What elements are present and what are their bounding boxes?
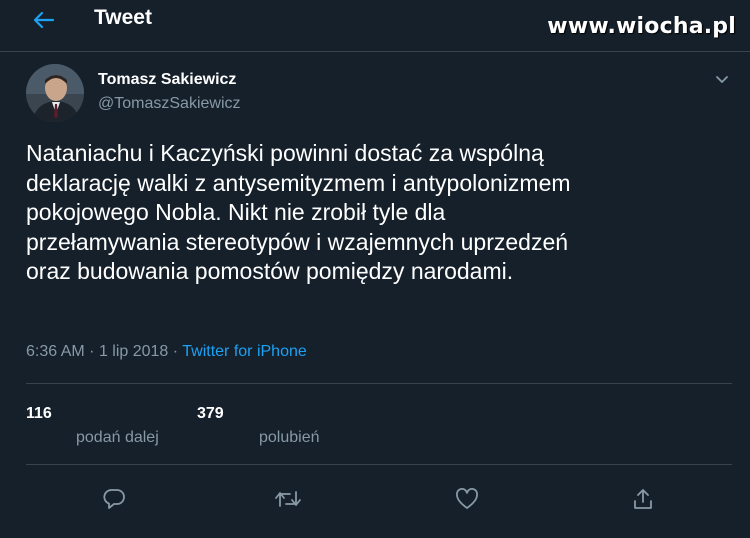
chevron-down-icon: [715, 75, 729, 85]
heart-icon: [455, 488, 479, 510]
share-button[interactable]: [628, 484, 658, 514]
back-button[interactable]: [28, 6, 60, 34]
author-name[interactable]: Tomasz Sakiewicz: [98, 71, 236, 89]
reply-icon: [102, 488, 126, 510]
retweets-label[interactable]: podań dalej: [76, 429, 159, 447]
retweet-button[interactable]: [273, 484, 303, 514]
top-bar: Tweet www.wiocha.pl: [0, 0, 750, 52]
tweet-text-line: pokojowego Nobla. Nikt nie zrobił tyle d…: [26, 199, 446, 225]
reply-button[interactable]: [99, 484, 129, 514]
meta-separator: ·: [89, 343, 95, 360]
likes-label[interactable]: polubień: [259, 429, 320, 447]
tweet-meta: 6:36 AM · 1 lip 2018 · Twitter for iPhon…: [26, 343, 307, 361]
tweet-time[interactable]: 6:36 AM: [26, 343, 85, 360]
avatar[interactable]: [26, 64, 84, 122]
share-icon: [632, 488, 654, 510]
retweets-count[interactable]: 116: [26, 405, 52, 423]
divider: [26, 464, 732, 465]
author-handle[interactable]: @TomaszSakiewicz: [98, 95, 241, 113]
meta-separator: ·: [172, 343, 179, 360]
arrow-left-icon: [33, 11, 55, 29]
more-options-button[interactable]: [710, 68, 734, 92]
tweet-text-line: Nataniachu i Kaczyński powinni dostać za…: [26, 140, 544, 166]
likes-count[interactable]: 379: [197, 405, 224, 423]
tweet-text-line: deklarację walki z antysemityzmem i anty…: [26, 169, 571, 196]
tweet-text-line: przełamywania stereotypów i wzajemnych u…: [26, 228, 569, 255]
retweet-icon: [274, 488, 302, 510]
tweet-source-link[interactable]: Twitter for iPhone: [182, 343, 307, 360]
watermark: www.wiocha.pl: [547, 14, 736, 39]
tweet-text: Nataniachu i Kaczyński powinni dostać za…: [26, 139, 726, 287]
divider: [26, 383, 732, 384]
like-button[interactable]: [452, 484, 482, 514]
tweet-text-line: oraz budowania pomostów pomiędzy narodam…: [26, 258, 514, 284]
page-title: Tweet: [94, 6, 152, 29]
tweet-date[interactable]: 1 lip 2018: [99, 343, 168, 360]
